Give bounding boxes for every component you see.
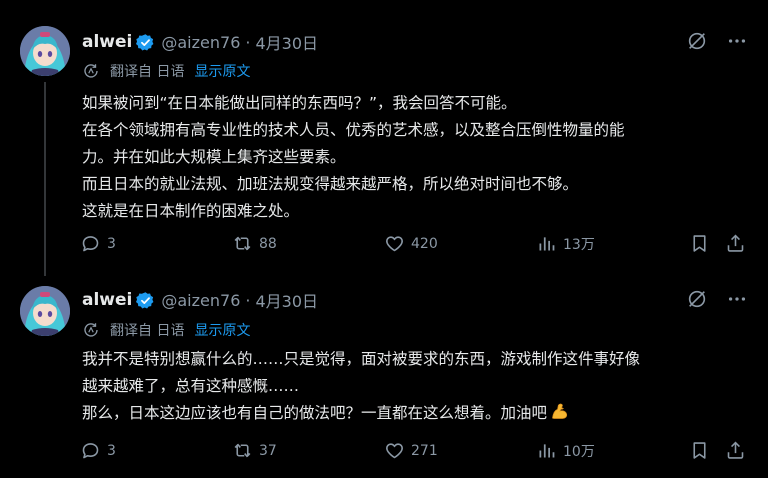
like-button[interactable]: 271 <box>384 440 438 461</box>
post-text-line: 如果被问到“在日本能做出同样的东西吗？”，我会回答不可能。 <box>82 94 517 112</box>
share-icon <box>727 441 744 459</box>
post-text-line: 力。并在如此大规模上集齐这些要素。 <box>82 148 346 166</box>
views-icon <box>539 444 555 458</box>
share-button[interactable] <box>725 440 746 461</box>
thread: alwei @aizen76 · 4月30日 翻译自 日语 显示原文 如果被问到… <box>0 0 768 478</box>
post-date[interactable]: 4月30日 <box>255 288 318 312</box>
more-icon[interactable] <box>726 30 748 52</box>
repost-count: 37 <box>259 442 277 459</box>
reply-button[interactable]: 3 <box>80 440 116 461</box>
like-count: 271 <box>411 442 438 459</box>
show-original-link[interactable]: 显示原文 <box>194 320 250 340</box>
flexed-biceps-emoji <box>550 401 570 430</box>
author-handle[interactable]: @aizen76 <box>161 33 240 52</box>
post-text-line: 我并不是特别想赢什么的……只是觉得，面对被要求的东西，游戏制作这件事好像 <box>82 350 641 368</box>
post-top-actions <box>668 30 748 52</box>
repost-icon <box>234 236 251 251</box>
views-count: 10万 <box>563 443 595 460</box>
author-name[interactable]: alwei <box>82 290 132 310</box>
avatar[interactable] <box>20 26 70 76</box>
post-text: 我并不是特别想赢什么的……只是觉得，面对被要求的东西，游戏制作这件事好像 越来越… <box>82 346 752 430</box>
author-name[interactable]: alwei <box>82 32 132 52</box>
translation-label: 翻译自 日语 <box>110 323 185 339</box>
grok-icon[interactable] <box>686 288 708 310</box>
views-icon <box>539 237 555 251</box>
verified-badge-icon <box>136 291 155 310</box>
post-text-line: 越来越难了，总有这种感慨…… <box>82 377 300 395</box>
post-text: 如果被问到“在日本能做出同样的东西吗？”，我会回答不可能。 在各个领域拥有高专业… <box>82 90 752 225</box>
reply-count: 3 <box>107 442 116 459</box>
repost-button[interactable]: 37 <box>232 440 277 461</box>
post-text-line: 而且日本的就业法规、加班法规变得越来越严格，所以绝对时间也不够。 <box>82 175 579 193</box>
views-count: 13万 <box>563 236 595 253</box>
bookmark-button[interactable] <box>689 233 710 254</box>
translation-label: 翻译自 日语 <box>110 64 185 80</box>
bookmark-icon <box>693 442 706 459</box>
reply-button[interactable]: 3 <box>80 233 116 254</box>
views-button[interactable]: 10万 <box>536 440 595 461</box>
post-top-actions <box>668 288 748 310</box>
show-original-link[interactable]: 显示原文 <box>194 61 250 81</box>
bookmark-icon <box>693 235 706 252</box>
post-text-line: 这就是在日本制作的困难之处。 <box>82 202 300 220</box>
separator-dot: · <box>245 290 251 310</box>
post[interactable]: alwei @aizen76 · 4月30日 翻译自 日语 <box>0 270 768 478</box>
verified-badge-icon <box>136 33 155 52</box>
bookmark-button[interactable] <box>689 440 710 461</box>
translation-bar: 翻译自 日语 显示原文 <box>82 320 250 340</box>
post-date[interactable]: 4月30日 <box>255 30 318 54</box>
grok-icon[interactable] <box>686 30 708 52</box>
post-text-line: 那么，日本这边应该也有自己的做法吧？一直都在这么想着。加油吧 <box>82 400 752 430</box>
post-actions: 3 37 271 10万 <box>80 440 748 464</box>
views-button[interactable]: 13万 <box>536 233 595 254</box>
repost-button[interactable]: 88 <box>232 233 277 254</box>
translation-bar: 翻译自 日语 显示原文 <box>82 61 250 81</box>
repost-count: 88 <box>259 235 277 252</box>
repost-icon <box>234 443 251 458</box>
post-header: alwei @aizen76 · 4月30日 <box>82 30 318 54</box>
author-handle[interactable]: @aizen76 <box>161 291 240 310</box>
reply-icon <box>82 236 99 252</box>
separator-dot: · <box>245 32 251 52</box>
post-header: alwei @aizen76 · 4月30日 <box>82 288 318 312</box>
heart-icon <box>386 236 403 252</box>
post-text-segment: 那么，日本这边应该也有自己的做法吧？一直都在这么想着。加油吧 <box>82 404 548 422</box>
reply-icon <box>82 443 99 459</box>
share-button[interactable] <box>725 233 746 254</box>
more-icon[interactable] <box>726 288 748 310</box>
post-text-line: 在各个领域拥有高专业性的技术人员、优秀的艺术感，以及整合压倒性物量的能 <box>82 121 625 139</box>
heart-icon <box>386 443 403 459</box>
post-actions: 3 88 420 13万 <box>80 233 748 257</box>
translate-icon <box>82 321 100 339</box>
post[interactable]: alwei @aizen76 · 4月30日 翻译自 日语 <box>0 0 768 270</box>
translate-icon <box>82 62 100 80</box>
avatar[interactable] <box>20 286 70 336</box>
like-count: 420 <box>411 235 438 252</box>
like-button[interactable]: 420 <box>384 233 438 254</box>
share-icon <box>727 234 744 252</box>
reply-count: 3 <box>107 235 116 252</box>
